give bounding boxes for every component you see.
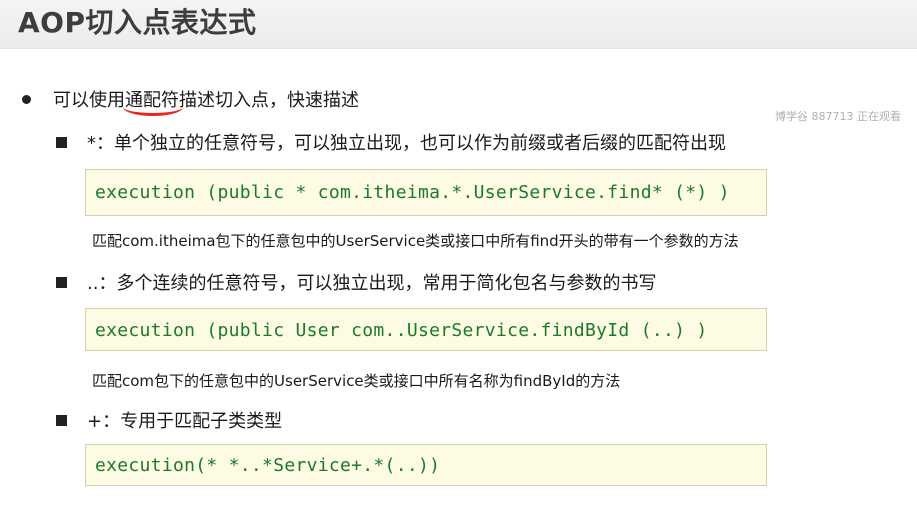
main-bullet: 可以使用通配符 描述切入点，快速描述 <box>22 89 359 116</box>
square-bullet-icon <box>56 414 67 426</box>
title-bar: AOP切入点表达式 <box>0 0 917 49</box>
square-bullet-icon <box>56 276 67 288</box>
code-box: execution(* *..*Service+.*(..)) <box>85 444 767 486</box>
bullet-dot-icon <box>22 94 31 104</box>
wildcard-item-star: *：单个独立的任意符号，可以独立出现，也可以作为前缀或者后缀的匹配符出现 <box>56 132 726 156</box>
code-description: 匹配com.itheima包下的任意包中的UserService类或接口中所有f… <box>92 232 739 250</box>
code-expression: execution (public User com..UserService.… <box>95 320 708 341</box>
code-box: execution (public * com.itheima.*.UserSe… <box>85 169 767 216</box>
wildcard-label: +：专用于匹配子类类型 <box>87 411 283 432</box>
wildcard-label: ..：多个连续的任意符号，可以独立出现，常用于简化包名与参数的书写 <box>87 273 657 294</box>
wildcard-label: *：单个独立的任意符号，可以独立出现，也可以作为前缀或者后缀的匹配符出现 <box>87 133 726 154</box>
main-bullet-highlight: 通配符 <box>123 90 183 116</box>
main-bullet-text-before: 可以使用 <box>53 90 125 111</box>
code-description: 匹配com包下的任意包中的UserService类或接口中所有名称为findBy… <box>92 372 621 390</box>
viewer-watermark: 博学谷 887713 正在观看 <box>775 110 901 123</box>
main-bullet-text-after: 描述切入点，快速描述 <box>179 90 359 111</box>
page-title: AOP切入点表达式 <box>18 6 257 39</box>
wildcard-item-dotdot: ..：多个连续的任意符号，可以独立出现，常用于简化包名与参数的书写 <box>56 272 656 296</box>
code-expression: execution(* *..*Service+.*(..)) <box>95 455 441 476</box>
square-bullet-icon <box>56 136 67 148</box>
code-expression: execution (public * com.itheima.*.UserSe… <box>95 182 730 203</box>
code-box: execution (public User com..UserService.… <box>85 308 767 351</box>
wildcard-item-plus: +：专用于匹配子类类型 <box>56 410 282 434</box>
red-underline-mark <box>123 107 183 116</box>
